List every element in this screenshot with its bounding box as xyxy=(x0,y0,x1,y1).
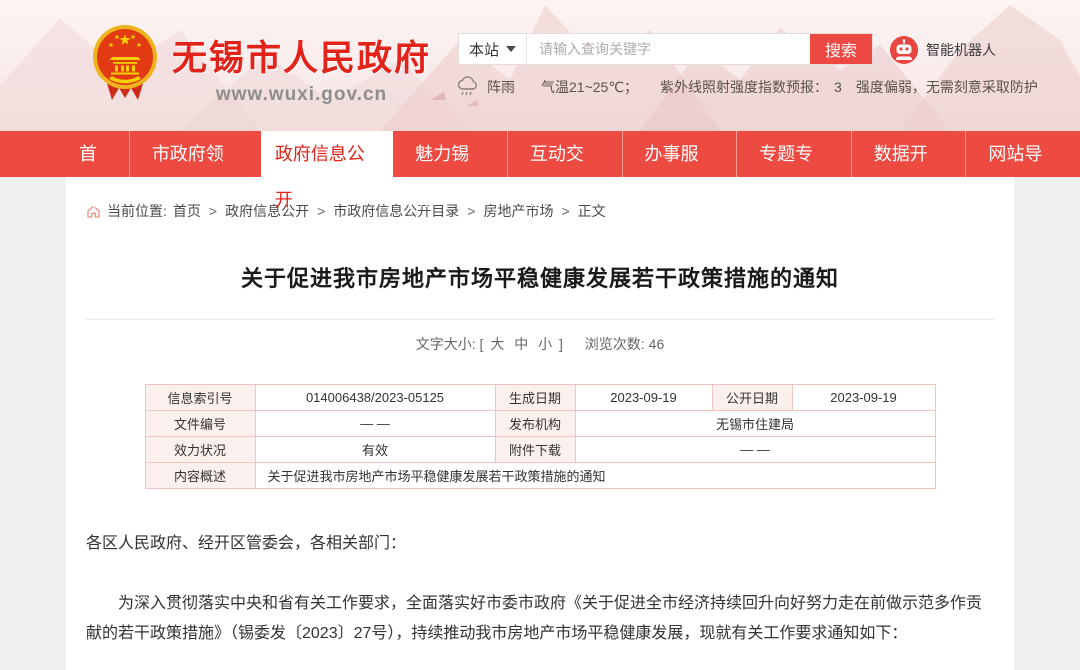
breadcrumb-separator: > xyxy=(317,203,325,219)
table-row: 文件编号 — — 发布机构 无锡市住建局 xyxy=(145,411,935,437)
nav-item-interaction[interactable]: 互动交流 xyxy=(507,131,622,177)
weather-uv-label: 紫外线照射强度指数预报： xyxy=(660,77,828,97)
generate-date-value: 2023-09-19 xyxy=(575,385,712,411)
nav-item-site-map[interactable]: 网站导航 xyxy=(965,131,1080,177)
search-scope-dropdown[interactable]: 本站 xyxy=(459,34,527,64)
search-input[interactable] xyxy=(527,34,810,64)
table-row: 信息索引号 014006438/2023-05125 生成日期 2023-09-… xyxy=(145,385,935,411)
attachment-label: 附件下载 xyxy=(495,437,575,463)
nav-item-leaders[interactable]: 市政府领导 xyxy=(129,131,261,177)
national-emblem-logo xyxy=(92,24,158,104)
weather-uv-advice: 强度偏弱，无需刻意采取防护 xyxy=(856,77,1038,97)
weather-temperature: 气温21~25℃； xyxy=(541,77,638,97)
body-paragraph-salutation: 各区人民政府、经开区管委会，各相关部门： xyxy=(86,529,994,559)
publish-date-value: 2023-09-19 xyxy=(792,385,935,411)
index-number-value: 014006438/2023-05125 xyxy=(255,385,495,411)
doc-number-label: 文件编号 xyxy=(145,411,255,437)
views-count: 46 xyxy=(649,336,665,352)
table-row: 内容概述 关于促进我市房地产市场平稳健康发展若干政策措施的通知 xyxy=(145,463,935,489)
font-size-medium[interactable]: 中 xyxy=(514,336,528,352)
breadcrumb-separator: > xyxy=(561,203,569,219)
index-number-label: 信息索引号 xyxy=(145,385,255,411)
smart-robot-entry[interactable]: 智能机器人 xyxy=(890,36,996,64)
robot-label: 智能机器人 xyxy=(926,40,996,60)
validity-value: 有效 xyxy=(255,437,495,463)
breadcrumb-separator: > xyxy=(209,203,217,219)
font-size-bracket-close: ] xyxy=(559,336,563,352)
breadcrumb-item-home[interactable]: 首页 xyxy=(173,201,201,221)
article-body: 各区人民政府、经开区管委会，各相关部门： 为深入贯彻落实中央和省有关工作要求，全… xyxy=(86,529,994,649)
font-size-label: 文字大小: xyxy=(416,336,476,352)
article-meta-row: 文字大小: [ 大 中 小 ] 浏览次数:46 xyxy=(86,334,994,354)
summary-value: 关于促进我市房地产市场平稳健康发展若干政策措施的通知 xyxy=(255,463,935,489)
nav-item-charming-city[interactable]: 魅力锡城 xyxy=(393,131,507,177)
search-button[interactable]: 搜索 xyxy=(810,34,872,64)
main-navigation: 首页 市政府领导 政府信息公开 魅力锡城 互动交流 办事服务 专题专栏 数据开放… xyxy=(0,131,1080,177)
summary-label: 内容概述 xyxy=(145,463,255,489)
nav-item-special-topics[interactable]: 专题专栏 xyxy=(736,131,851,177)
content-card: 当前位置: 首页 > 政府信息公开 > 市政府信息公开目录 > 房地产市场 > … xyxy=(66,177,1014,670)
search-bar: 本站 搜索 xyxy=(458,33,873,65)
weather-condition: 阵雨 xyxy=(487,77,515,97)
breadcrumb-item-directory[interactable]: 市政府信息公开目录 xyxy=(333,201,459,221)
article-title: 关于促进我市房地产市场平稳健康发展若干政策措施的通知 xyxy=(86,261,994,293)
validity-label: 效力状况 xyxy=(145,437,255,463)
attachment-value: — — xyxy=(575,437,935,463)
site-url: www.wuxi.gov.cn xyxy=(172,84,431,106)
doc-number-value: — — xyxy=(255,411,495,437)
nav-item-gov-info-disclosure[interactable]: 政府信息公开 xyxy=(261,131,393,185)
site-identity: 无锡市人民政府 www.wuxi.gov.cn xyxy=(172,30,431,106)
weather-strip: 阵雨 气温21~25℃； 紫外线照射强度指数预报： 3 强度偏弱，无需刻意采取防… xyxy=(456,74,1080,100)
body-paragraph-intro: 为深入贯彻落实中央和省有关工作要求，全面落实好市委市政府《关于促进全市经济持续回… xyxy=(86,589,994,649)
font-size-bracket-open: [ xyxy=(480,336,484,352)
nav-item-open-data[interactable]: 数据开放 xyxy=(851,131,966,177)
table-row: 效力状况 有效 附件下载 — — xyxy=(145,437,935,463)
rain-cloud-icon xyxy=(456,76,480,98)
robot-icon xyxy=(890,36,918,64)
weather-uv-index: 3 xyxy=(834,79,842,95)
nav-item-services[interactable]: 办事服务 xyxy=(622,131,737,177)
views-label: 浏览次数: xyxy=(585,336,645,352)
font-size-small[interactable]: 小 xyxy=(538,336,552,352)
breadcrumb-item-current: 正文 xyxy=(578,201,606,221)
breadcrumb-separator: > xyxy=(467,203,475,219)
watercolor-mountains-decoration xyxy=(0,0,1080,131)
agency-label: 发布机构 xyxy=(495,411,575,437)
agency-value: 无锡市住建局 xyxy=(575,411,935,437)
site-title: 无锡市人民政府 xyxy=(172,30,431,81)
generate-date-label: 生成日期 xyxy=(495,385,575,411)
breadcrumb-item-gov-info[interactable]: 政府信息公开 xyxy=(225,201,309,221)
search-scope-label: 本站 xyxy=(469,39,499,60)
site-header: 无锡市人民政府 www.wuxi.gov.cn 本站 搜索 智能机器人 阵雨 xyxy=(0,0,1080,131)
title-divider xyxy=(86,319,994,320)
nav-item-home[interactable]: 首页 xyxy=(64,131,129,177)
font-size-large[interactable]: 大 xyxy=(490,336,504,352)
publish-date-label: 公开日期 xyxy=(712,385,792,411)
document-info-table: 信息索引号 014006438/2023-05125 生成日期 2023-09-… xyxy=(145,384,936,489)
chevron-down-icon xyxy=(506,46,516,52)
page-background: 当前位置: 首页 > 政府信息公开 > 市政府信息公开目录 > 房地产市场 > … xyxy=(0,177,1080,670)
